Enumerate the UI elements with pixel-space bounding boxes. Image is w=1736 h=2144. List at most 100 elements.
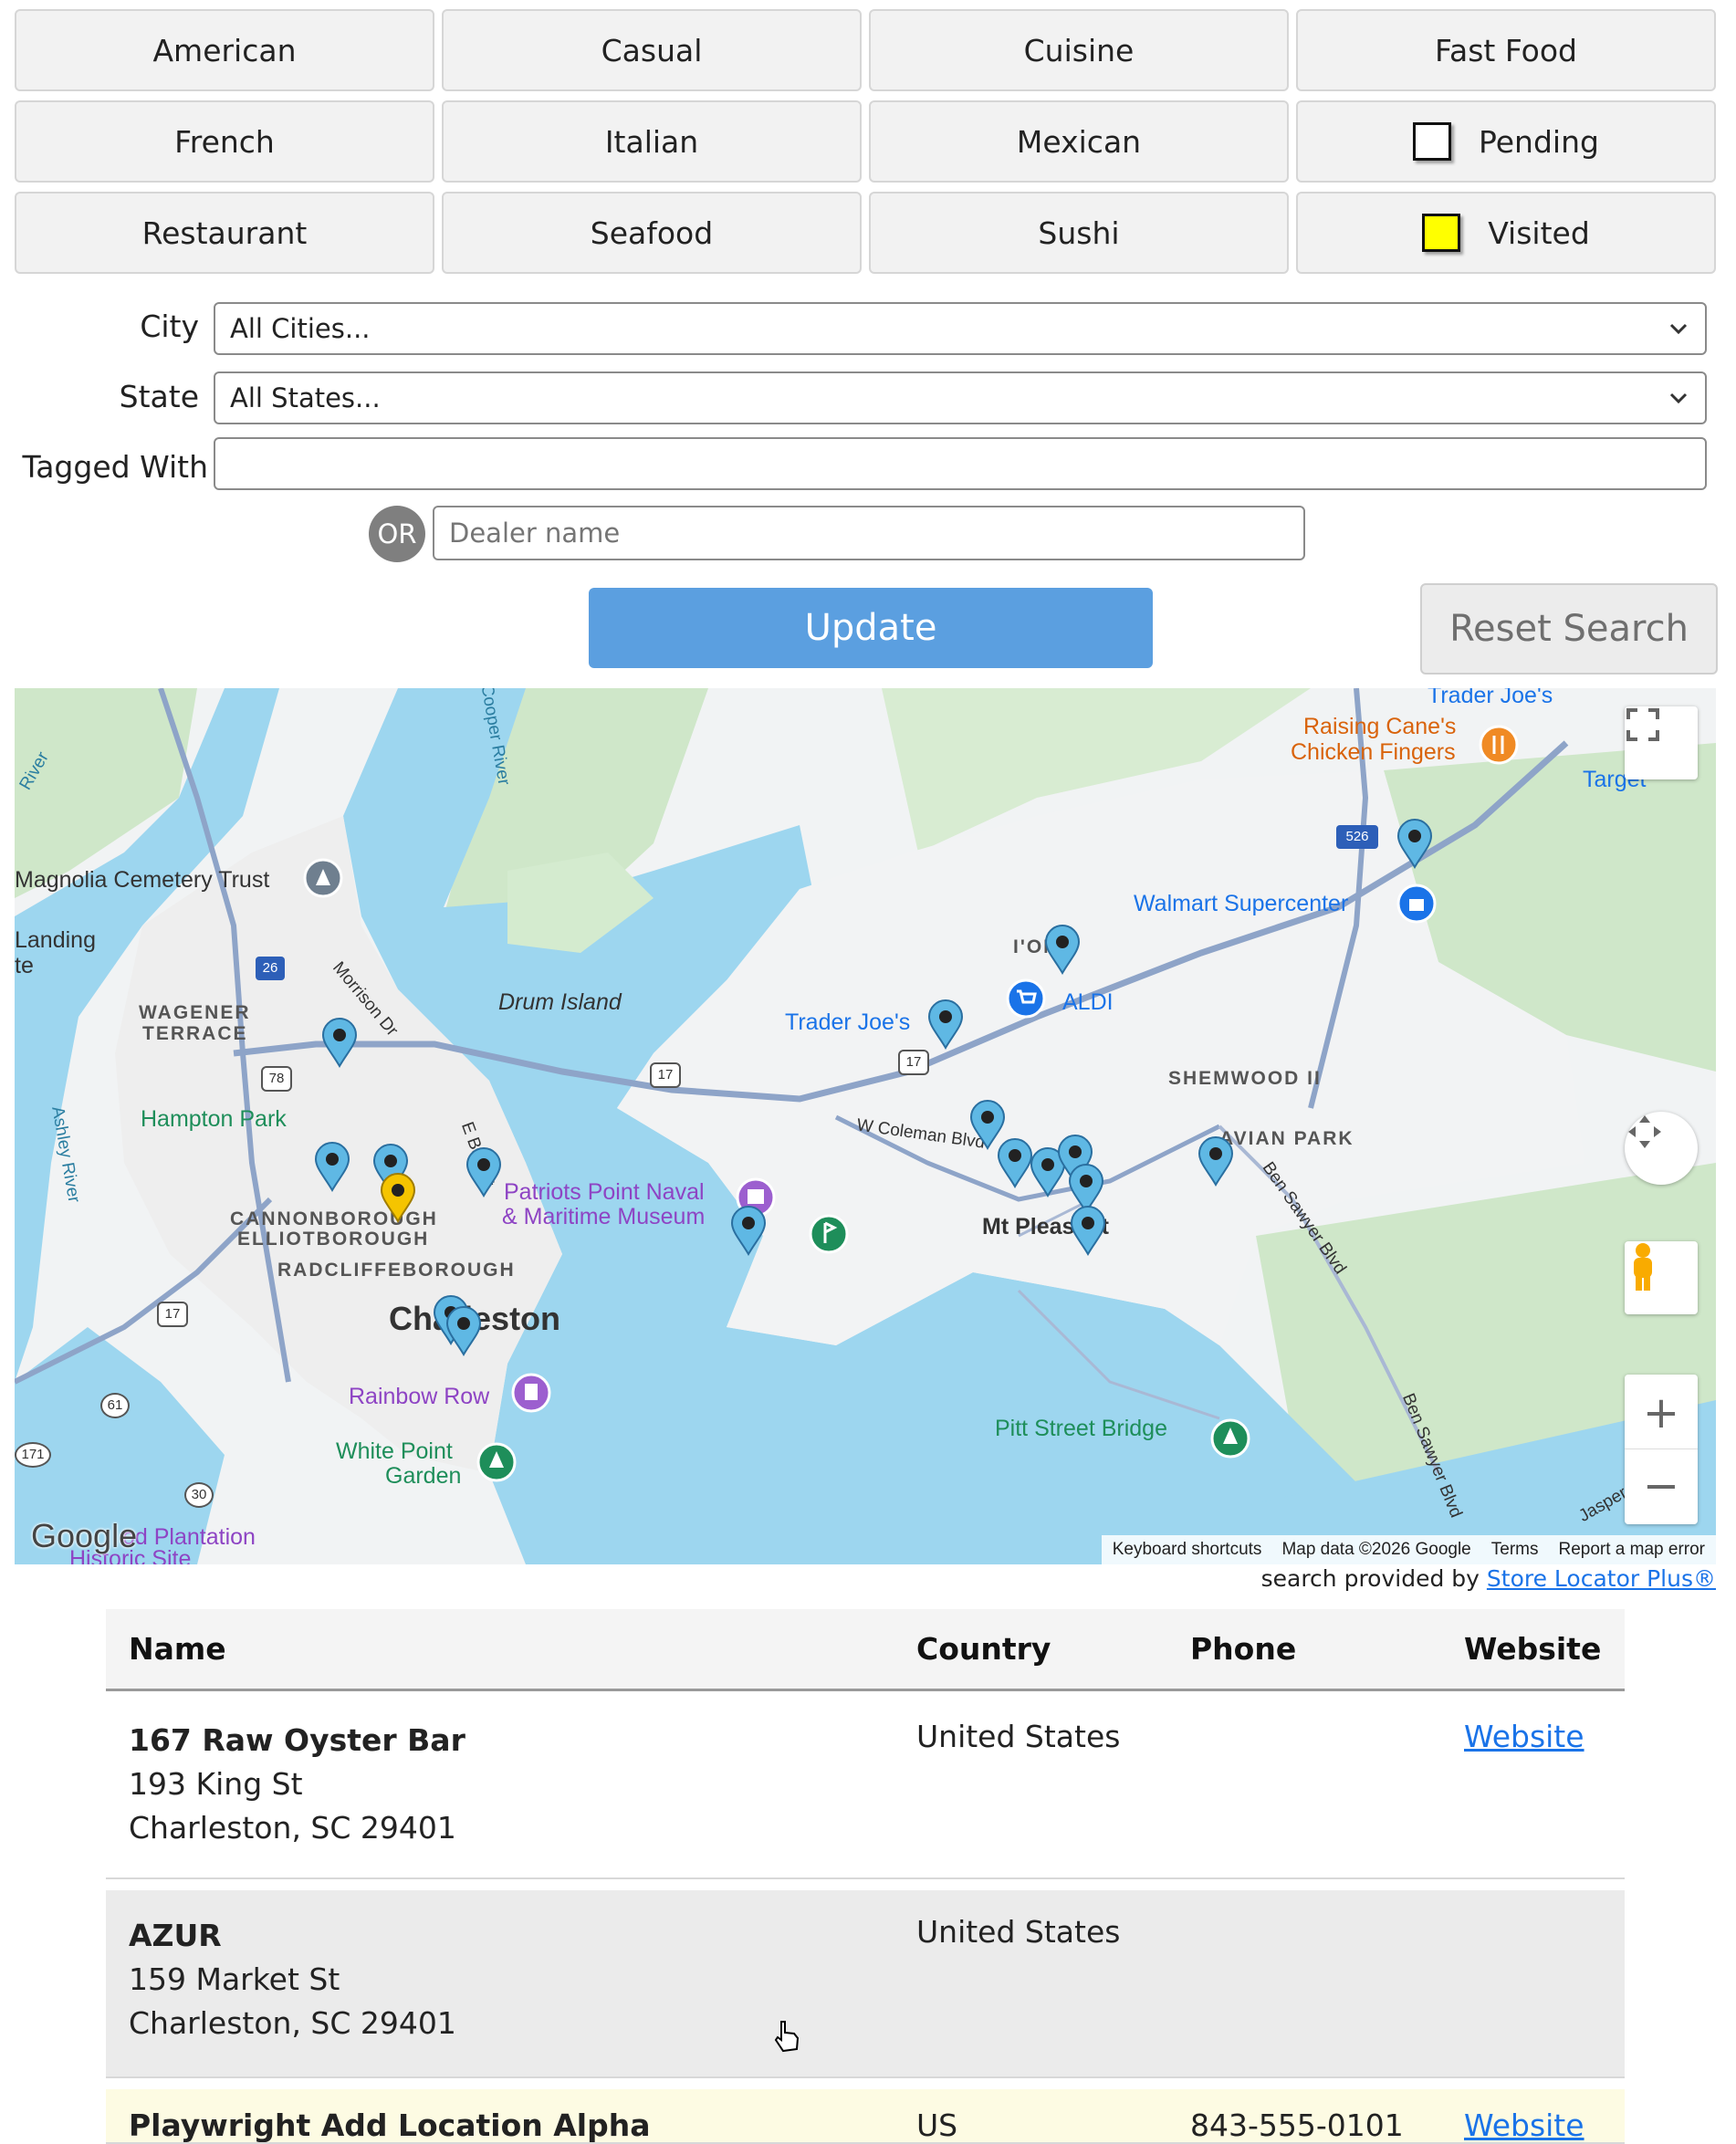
- map-label-patriots-1: Patriots Point Naval: [504, 1179, 705, 1205]
- results-header: Name Country Phone Website: [106, 1609, 1625, 1691]
- map-label-magnolia: Magnolia Cemetery Trust: [15, 867, 270, 893]
- pegman-icon: [1634, 1243, 1652, 1291]
- location-address-line2: Charleston, SC 29401: [129, 2005, 456, 2041]
- map-label-avian-park: AVIAN PARK: [1219, 1128, 1354, 1149]
- hand-cursor-icon: [774, 2021, 800, 2053]
- store-marker[interactable]: [1197, 1135, 1234, 1187]
- header-website: Website: [1464, 1631, 1602, 1667]
- fullscreen-icon: [1626, 708, 1659, 741]
- tag-filter-grid: American Casual Cuisine Fast Food French…: [15, 9, 1716, 274]
- header-name: Name: [129, 1631, 226, 1667]
- tag-restaurant-button[interactable]: Restaurant: [15, 192, 434, 274]
- visited-store-marker[interactable]: [380, 1172, 416, 1223]
- tag-fast-food-button[interactable]: Fast Food: [1296, 9, 1716, 91]
- landmark-icon: [511, 1373, 551, 1413]
- store-marker[interactable]: [321, 1017, 358, 1068]
- map-label-white-point-1: White Point: [336, 1438, 453, 1464]
- fullscreen-button[interactable]: [1625, 706, 1698, 779]
- google-logo[interactable]: Google: [31, 1517, 137, 1555]
- results-table: Name Country Phone Website 167 Raw Oyste…: [106, 1609, 1625, 2144]
- location-name: Playwright Add Location Alpha: [129, 2107, 651, 2143]
- tag-american-button[interactable]: American: [15, 9, 434, 91]
- tag-casual-button[interactable]: Casual: [442, 9, 862, 91]
- pending-legend-swatch: [1413, 122, 1452, 161]
- location-address-line2: Charleston, SC 29401: [129, 1810, 456, 1846]
- table-row[interactable]: 167 Raw Oyster Bar 193 King St Charlesto…: [106, 1691, 1625, 1879]
- store-marker[interactable]: [1044, 924, 1081, 975]
- tag-sushi-button[interactable]: Sushi: [869, 192, 1289, 274]
- map-label-trader-joes: Trader Joe's: [785, 1009, 911, 1035]
- bridge-park-icon: [1210, 1418, 1250, 1459]
- table-row[interactable]: Playwright Add Location Alpha US 843-555…: [106, 2089, 1625, 2144]
- store-marker[interactable]: [927, 999, 964, 1050]
- zoom-in-button[interactable]: +: [1625, 1376, 1698, 1449]
- chevron-down-icon: [1669, 323, 1688, 335]
- dealer-name-input[interactable]: Dealer name: [433, 506, 1305, 560]
- keyboard-shortcuts-link[interactable]: Keyboard shortcuts: [1113, 1540, 1262, 1560]
- powered-by-text: search provided by: [1260, 1565, 1480, 1592]
- terms-link[interactable]: Terms: [1491, 1540, 1539, 1560]
- tag-seafood-button[interactable]: Seafood: [442, 192, 862, 274]
- map-label-trader-joes-top: Trader Joe's: [1427, 688, 1553, 708]
- store-marker[interactable]: [314, 1141, 350, 1192]
- map-label-hampton-park: Hampton Park: [141, 1106, 287, 1132]
- state-select[interactable]: All States...: [214, 371, 1707, 424]
- store-marker[interactable]: [465, 1146, 502, 1198]
- store-locator-plus-link[interactable]: Store Locator Plus®: [1487, 1565, 1716, 1592]
- location-website-link[interactable]: Website: [1464, 1719, 1584, 1754]
- route-shield-171: 171: [15, 1442, 51, 1468]
- tag-italian-button[interactable]: Italian: [442, 100, 862, 183]
- route-shield-61: 61: [100, 1393, 130, 1418]
- map-label-raising-canes-1: Raising Cane's: [1303, 714, 1457, 739]
- map-label-drum-island: Drum Island: [498, 989, 622, 1015]
- route-shield-17b: 17: [898, 1050, 929, 1075]
- store-marker[interactable]: [730, 1205, 767, 1256]
- location-country: United States: [916, 1719, 1121, 1754]
- location-country: United States: [916, 1914, 1121, 1950]
- location-website-link[interactable]: Website: [1464, 2107, 1584, 2142]
- route-shield-526: 526: [1336, 825, 1378, 849]
- map-label-patriots-2: & Maritime Museum: [502, 1204, 706, 1229]
- route-shield-26: 26: [256, 957, 285, 980]
- map-label-raising-canes-2: Chicken Fingers: [1291, 739, 1456, 765]
- update-button[interactable]: Update: [589, 588, 1153, 668]
- pending-legend-button[interactable]: Pending: [1296, 100, 1716, 183]
- report-map-error-link[interactable]: Report a map error: [1558, 1540, 1705, 1560]
- route-shield-30: 30: [184, 1482, 214, 1508]
- store-map[interactable]: Magnolia Cemetery Trust Landing te WAGEN…: [15, 688, 1716, 1564]
- table-row[interactable]: AZUR 159 Market St Charleston, SC 29401 …: [106, 1890, 1625, 2078]
- store-marker[interactable]: [997, 1137, 1033, 1188]
- map-label-shemwood: SHEMWOOD II: [1168, 1068, 1322, 1089]
- city-select[interactable]: All Cities...: [214, 302, 1707, 355]
- tag-french-button[interactable]: French: [15, 100, 434, 183]
- state-select-value: All States...: [230, 382, 381, 413]
- golf-icon: [809, 1214, 849, 1254]
- street-view-pegman[interactable]: [1625, 1241, 1698, 1314]
- tag-mexican-button[interactable]: Mexican: [869, 100, 1289, 183]
- move-arrows-icon: [1628, 1115, 1661, 1148]
- zoom-out-button[interactable]: −: [1625, 1449, 1698, 1522]
- tagged-with-label: Tagged With: [22, 449, 208, 485]
- city-label: City: [140, 309, 199, 344]
- tag-cuisine-button[interactable]: Cuisine: [869, 9, 1289, 91]
- powered-by: search provided by Store Locator Plus®: [1261, 1565, 1716, 1592]
- reset-search-button[interactable]: Reset Search: [1420, 583, 1718, 675]
- map-label-aldi: ALDI: [1062, 989, 1114, 1015]
- map-label-walmart: Walmart Supercenter: [1134, 891, 1349, 916]
- header-phone: Phone: [1190, 1631, 1297, 1667]
- camera-control-button[interactable]: [1625, 1112, 1698, 1185]
- map-label-white-point-2: Garden: [385, 1463, 462, 1489]
- location-name: AZUR: [129, 1918, 222, 1953]
- cemetery-icon: [303, 858, 343, 898]
- map-label-te: te: [15, 953, 34, 978]
- map-label-landing: Landing: [15, 927, 96, 953]
- pending-legend-label: Pending: [1479, 123, 1599, 160]
- route-shield-17a: 17: [650, 1062, 681, 1088]
- city-select-value: All Cities...: [230, 313, 371, 344]
- store-marker[interactable]: [445, 1305, 482, 1356]
- visited-legend-button[interactable]: Visited: [1296, 192, 1716, 274]
- store-marker[interactable]: [1070, 1205, 1106, 1256]
- restaurant-icon: [1479, 725, 1519, 765]
- store-marker[interactable]: [1396, 818, 1433, 869]
- tagged-with-input[interactable]: [214, 437, 1707, 490]
